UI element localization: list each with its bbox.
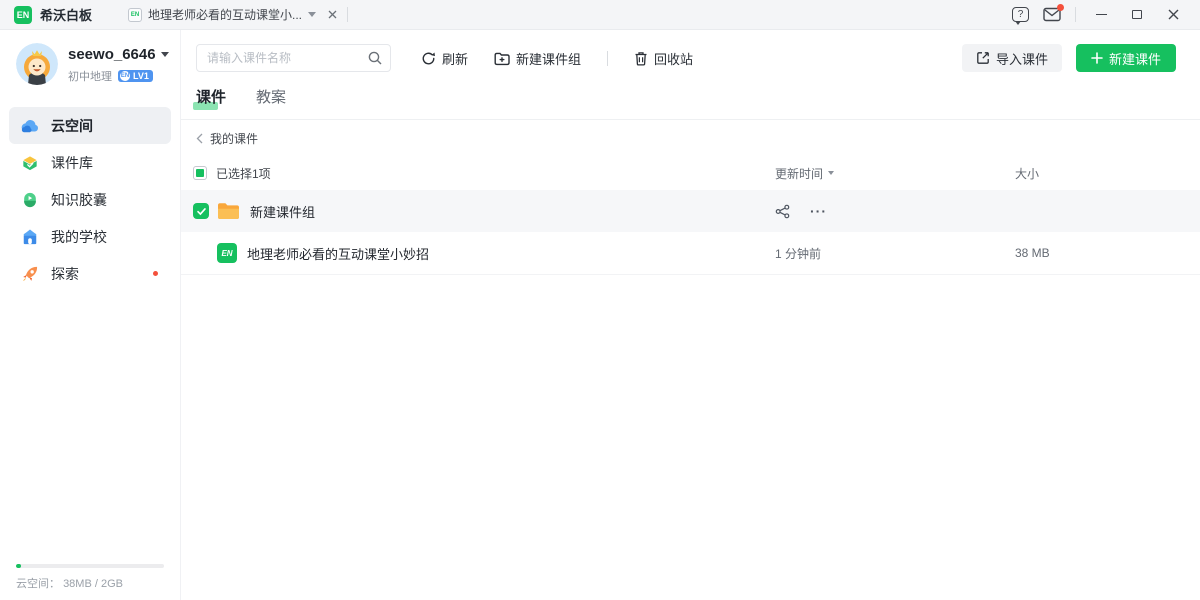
user-menu-caret-icon[interactable]	[161, 52, 169, 57]
document-tab[interactable]: EN 地理老师必看的互动课堂小...	[118, 0, 347, 30]
share-icon[interactable]	[775, 204, 790, 219]
content-tabs: 课件 教案	[181, 86, 1200, 120]
tab-close-icon[interactable]	[328, 10, 337, 19]
capsule-icon	[20, 190, 40, 210]
sidebar: seewo_6646 初中地理 EN LV1	[0, 30, 181, 600]
recycle-bin-button[interactable]: 回收站	[634, 49, 693, 68]
column-header-updated-time[interactable]: 更新时间	[775, 165, 834, 182]
folder-icon	[217, 202, 240, 221]
row-size: 38 MB	[1015, 246, 1050, 260]
create-courseware-button[interactable]: 新建课件	[1076, 44, 1176, 72]
library-icon	[20, 153, 40, 173]
selection-count: 已选择1项	[216, 165, 271, 182]
row-name[interactable]: 地理老师必看的互动课堂小妙招	[247, 244, 429, 263]
row-checkbox-checked[interactable]	[193, 203, 209, 219]
plus-icon	[1091, 52, 1103, 64]
messages-icon[interactable]	[1043, 7, 1061, 22]
sidebar-item-cloud-space[interactable]: 云空间	[9, 107, 171, 144]
school-icon	[20, 227, 40, 247]
controls-divider	[1075, 7, 1076, 22]
table-row-file[interactable]: EN 地理老师必看的互动课堂小妙招 1 分钟前 38 MB	[181, 232, 1200, 275]
sidebar-item-label: 课件库	[51, 153, 93, 173]
sidebar-item-courseware-library[interactable]: 课件库	[9, 144, 171, 181]
app-window: EN 希沃白板 EN 地理老师必看的互动课堂小... ?	[0, 0, 1200, 600]
more-actions-icon[interactable]: ···	[810, 203, 827, 219]
refresh-label: 刷新	[442, 49, 468, 68]
toolbar-divider	[607, 51, 608, 66]
minimize-button[interactable]	[1090, 4, 1112, 26]
rocket-icon	[20, 264, 40, 284]
refresh-icon	[421, 51, 436, 66]
search-icon[interactable]	[368, 51, 382, 65]
main-content: 刷新 新建课件组 回收站	[181, 30, 1200, 600]
avatar[interactable]	[16, 43, 58, 85]
list-header: 已选择1项 更新时间 大小	[181, 156, 1200, 190]
breadcrumb-label[interactable]: 我的课件	[210, 130, 258, 147]
refresh-button[interactable]: 刷新	[421, 49, 468, 68]
storage-indicator: 云空间： 38MB / 2GB	[16, 564, 164, 591]
cloud-icon	[20, 116, 40, 136]
level-badge-lv: LV1	[133, 71, 149, 81]
sidebar-menu: 云空间 课件库	[0, 95, 180, 292]
sidebar-item-label: 我的学校	[51, 227, 107, 247]
folder-plus-icon	[494, 51, 510, 66]
row-name[interactable]: 新建课件组	[250, 202, 315, 221]
import-icon	[976, 51, 990, 65]
toolbar: 刷新 新建课件组 回收站	[181, 30, 1200, 72]
select-all-checkbox[interactable]	[193, 166, 207, 180]
username: seewo_6646	[68, 46, 156, 63]
user-subject: 初中地理	[68, 68, 112, 84]
app-logo: EN	[14, 6, 32, 24]
sidebar-item-label: 云空间	[51, 116, 93, 136]
storage-label: 云空间：	[16, 578, 60, 590]
search-input[interactable]	[207, 51, 368, 65]
import-courseware-label: 导入课件	[996, 49, 1048, 68]
new-group-button[interactable]: 新建课件组	[494, 49, 581, 68]
tab-divider	[347, 7, 348, 22]
storage-progressbar	[16, 564, 164, 568]
sidebar-item-label: 探索	[51, 264, 79, 284]
sidebar-item-knowledge-capsule[interactable]: 知识胶囊	[9, 181, 171, 218]
help-icon[interactable]: ?	[1012, 7, 1029, 22]
recycle-bin-label: 回收站	[654, 49, 693, 68]
tab-dropdown-icon[interactable]	[308, 12, 316, 17]
breadcrumb: 我的课件	[181, 120, 1200, 156]
tab-label: 课件	[196, 89, 226, 106]
tab-courseware[interactable]: 课件	[196, 86, 226, 119]
new-group-label: 新建课件组	[516, 49, 581, 68]
create-courseware-label: 新建课件	[1109, 49, 1161, 68]
titlebar: EN 希沃白板 EN 地理老师必看的互动课堂小... ?	[0, 0, 1200, 30]
close-button[interactable]	[1162, 4, 1184, 26]
tab-lesson-plan[interactable]: 教案	[256, 86, 286, 119]
user-profile: seewo_6646 初中地理 EN LV1	[0, 30, 180, 95]
document-tab-title: 地理老师必看的互动课堂小...	[148, 6, 302, 23]
notification-dot	[1057, 4, 1064, 11]
trash-icon	[634, 51, 648, 66]
level-badge-en: EN	[120, 71, 130, 81]
storage-progress-fill	[16, 564, 21, 568]
maximize-button[interactable]	[1126, 4, 1148, 26]
sort-caret-icon	[828, 171, 834, 175]
column-header-size: 大小	[1015, 165, 1039, 182]
sidebar-item-label: 知识胶囊	[51, 190, 107, 210]
row-updated-time: 1 分钟前	[775, 245, 821, 262]
app-title: 希沃白板	[40, 5, 92, 24]
import-courseware-button[interactable]: 导入课件	[962, 44, 1062, 72]
storage-value: 38MB / 2GB	[63, 578, 123, 590]
table-row-folder[interactable]: 新建课件组 ···	[181, 190, 1200, 232]
courseware-file-icon: EN	[217, 243, 237, 263]
back-chevron-icon[interactable]	[196, 133, 203, 144]
level-badge: EN LV1	[118, 70, 153, 82]
document-tab-icon: EN	[128, 8, 142, 22]
sidebar-item-my-school[interactable]: 我的学校	[9, 218, 171, 255]
tab-label: 教案	[256, 89, 286, 106]
explore-red-dot	[153, 271, 158, 276]
search-box[interactable]	[196, 44, 391, 72]
sidebar-item-explore[interactable]: 探索	[9, 255, 171, 292]
